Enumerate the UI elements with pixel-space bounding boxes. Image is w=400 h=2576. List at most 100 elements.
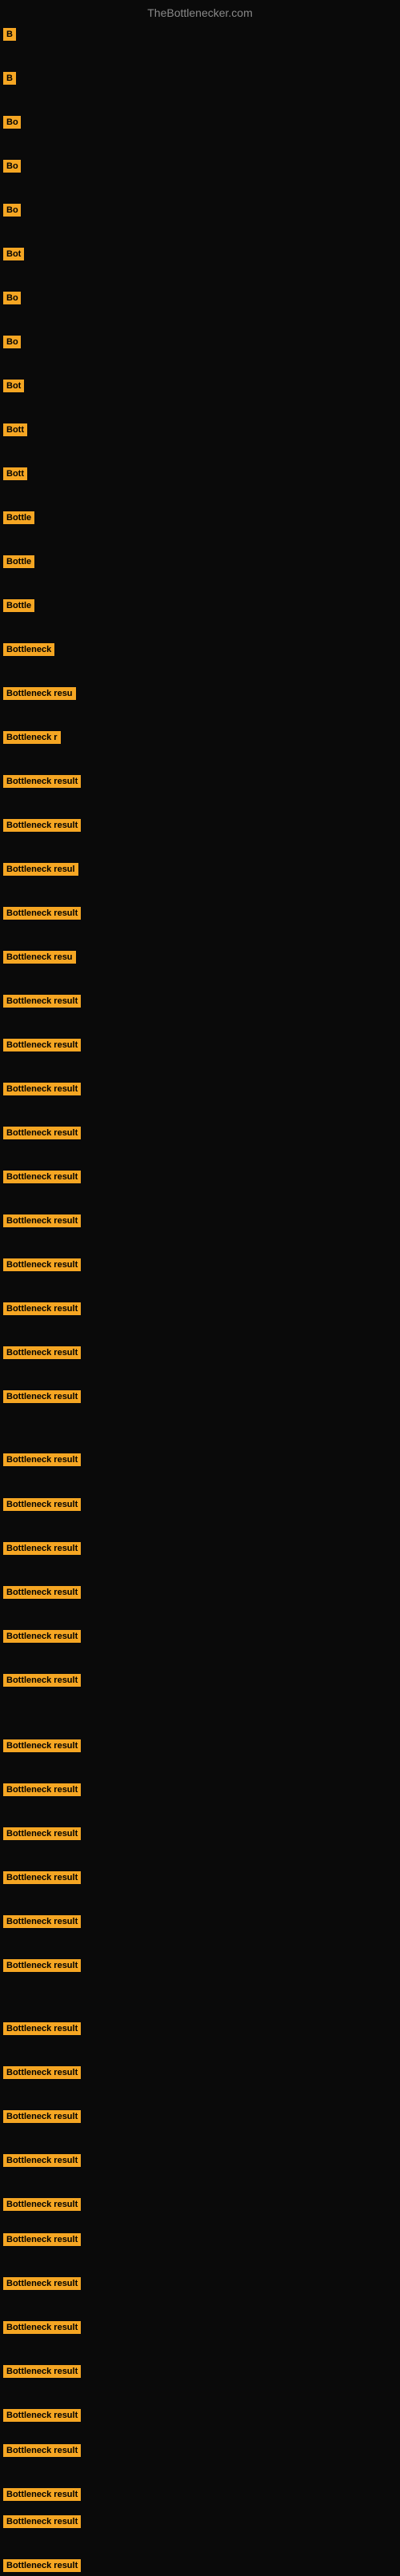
badge-item: Bottleneck result [3,2066,81,2083]
badge-item: Bottleneck result [3,1783,81,1800]
badge-label: Bottle [3,511,34,524]
badge-item: Bottleneck result [3,1214,81,1231]
badge-label: Bot [3,248,24,260]
badge-label: Bottleneck result [3,2365,81,2378]
badge-label: Bottleneck result [3,1542,81,1555]
badge-label: Bottleneck result [3,2277,81,2290]
badge-item: Bottleneck result [3,2022,81,2039]
badge-item: Bottleneck result [3,2559,81,2576]
badge-item: Bo [3,292,21,308]
badge-item: Bottleneck result [3,1390,81,1407]
badge-item: Bottleneck result [3,1674,81,1691]
badge-label: Bot [3,380,24,392]
badge-label: Bo [3,160,21,173]
badge-label: Bottleneck result [3,1258,81,1271]
badge-item: Bottle [3,599,34,616]
badge-label: Bottleneck result [3,1827,81,1840]
badge-label: Bottleneck result [3,2198,81,2211]
badge-item: Bottleneck resu [3,951,76,968]
badge-label: Bottleneck result [3,1674,81,1687]
badge-label: Bottle [3,555,34,568]
site-title: TheBottlenecker.com [147,6,253,19]
badge-item: Bottleneck [3,643,54,660]
badge-item: Bottleneck result [3,1630,81,1647]
badge-item: Bottleneck result [3,2444,81,2461]
badge-label: Bottleneck result [3,1083,81,1095]
badge-item: Bottleneck result [3,1586,81,1603]
badge-label: Bottleneck result [3,2022,81,2035]
badge-item: Bottleneck result [3,1171,81,1187]
badge-label: Bottleneck resul [3,863,78,876]
badge-item: Bottleneck result [3,1827,81,1844]
badge-label: Bo [3,204,21,217]
badge-item: Bottle [3,555,34,572]
badge-label: Bott [3,467,27,480]
badge-label: Bottleneck result [3,1171,81,1183]
badge-label: Bottleneck result [3,2409,81,2422]
badge-item: Bottleneck result [3,2233,81,2250]
badge-item: Bo [3,336,21,352]
badge-label: Bottleneck result [3,1959,81,1972]
badge-label: Bottleneck result [3,1453,81,1466]
badge-label: Bottleneck result [3,995,81,1008]
badge-item: B [3,72,16,89]
badge-label: Bottleneck result [3,1739,81,1752]
badge-item: Bottleneck result [3,2515,81,2532]
badge-label: Bottleneck result [3,819,81,832]
badge-item: Bottleneck result [3,2409,81,2426]
badge-label: Bottleneck result [3,2154,81,2167]
badge-item: Bo [3,160,21,177]
badge-label: Bott [3,423,27,436]
badge-label: Bottleneck result [3,2321,81,2334]
badge-label: Bottleneck result [3,1586,81,1599]
badge-item: Bot [3,380,24,396]
badge-item: Bott [3,423,27,440]
badge-item: Bottle [3,511,34,528]
badge-label: Bottleneck result [3,1915,81,1928]
badge-item: Bottleneck result [3,1302,81,1319]
badge-label: Bottleneck r [3,731,61,744]
badge-label: Bottleneck result [3,1630,81,1643]
badge-item: Bottleneck result [3,2154,81,2171]
badge-item: Bottleneck result [3,1127,81,1143]
badge-label: Bottleneck result [3,1302,81,1315]
badge-label: Bottleneck result [3,1871,81,1884]
badge-label: Bottleneck result [3,1127,81,1139]
badge-label: Bottleneck result [3,1783,81,1796]
badge-label: Bottleneck result [3,2066,81,2079]
badge-item: Bottleneck result [3,2365,81,2382]
badge-item: Bottleneck result [3,1039,81,1055]
badge-label: Bottleneck result [3,2110,81,2123]
badge-label: Bottleneck result [3,1039,81,1051]
badge-item: B [3,28,16,45]
badge-item: Bottleneck result [3,1498,81,1515]
badge-item: Bottleneck result [3,819,81,836]
badge-item: Bottleneck result [3,2110,81,2127]
badge-label: Bottleneck result [3,2233,81,2246]
badge-label: B [3,28,16,41]
badge-item: Bottleneck result [3,1083,81,1099]
badge-item: Bottleneck result [3,1959,81,1976]
badge-label: Bottleneck [3,643,54,656]
badge-item: Bottleneck result [3,2488,81,2505]
badge-item: Bottleneck result [3,907,81,924]
badge-label: Bottleneck result [3,1346,81,1359]
badge-label: Bo [3,116,21,129]
badge-label: Bottleneck result [3,2444,81,2457]
badge-item: Bottleneck result [3,1915,81,1932]
badge-item: Bottleneck result [3,1346,81,1363]
badge-label: Bottleneck result [3,2559,81,2572]
badge-item: Bottleneck result [3,1739,81,1756]
badge-label: Bottle [3,599,34,612]
badge-item: Bott [3,467,27,484]
badge-label: Bo [3,292,21,304]
badge-label: Bottleneck resu [3,951,76,964]
badge-label: Bo [3,336,21,348]
badge-label: Bottleneck result [3,775,81,788]
badge-item: Bottleneck r [3,731,61,748]
badge-label: Bottleneck result [3,2515,81,2528]
badge-label: Bottleneck result [3,1214,81,1227]
badge-item: Bottleneck resul [3,863,78,880]
badge-item: Bottleneck result [3,2277,81,2294]
badge-item: Bottleneck result [3,1453,81,1470]
